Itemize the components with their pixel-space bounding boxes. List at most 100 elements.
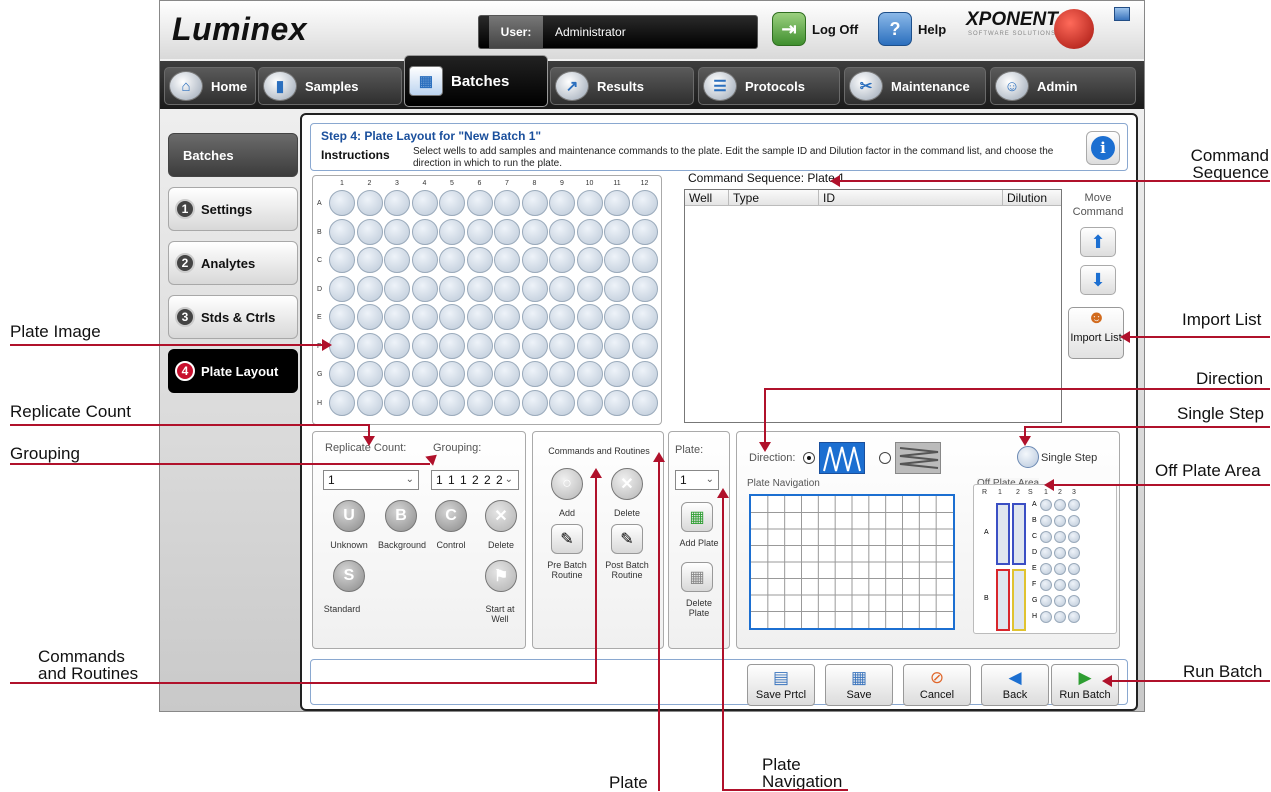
minimize-button[interactable] (1114, 7, 1130, 21)
plate-well-D11[interactable] (604, 275, 630, 302)
plate-well-E1[interactable] (329, 304, 355, 330)
plate-well-F1[interactable] (329, 332, 355, 359)
plate-well-B8[interactable] (521, 218, 548, 245)
reservoir-well[interactable] (996, 503, 1010, 565)
plate-column-header[interactable]: 1 (329, 180, 355, 187)
off-plate-well[interactable] (1054, 547, 1066, 559)
off-plate-well[interactable] (1040, 595, 1052, 607)
plate-well-D8[interactable] (521, 275, 548, 302)
off-plate-well[interactable] (1040, 531, 1052, 543)
off-plate-well[interactable] (1054, 563, 1066, 575)
plate-column-header[interactable]: 9 (549, 180, 575, 187)
plate-well-C4[interactable] (411, 247, 438, 273)
plate-well-F7[interactable] (494, 332, 520, 359)
control-button[interactable]: C (435, 500, 467, 532)
reservoir-well[interactable] (1012, 503, 1026, 565)
info-button[interactable]: i (1086, 131, 1120, 165)
plate-well-A11[interactable] (604, 190, 630, 216)
plate-well-C10[interactable] (576, 247, 603, 273)
help-button[interactable]: ? Help (878, 11, 946, 47)
save-protocol-button[interactable]: ▤ Save Prtcl (747, 664, 815, 706)
plate-navigation-grid[interactable] (749, 494, 955, 630)
plate-well-H2[interactable] (356, 389, 383, 416)
move-up-button[interactable]: ⬆ (1080, 227, 1116, 257)
off-plate-well[interactable] (1040, 515, 1052, 527)
plate-well-G7[interactable] (494, 361, 520, 387)
save-button[interactable]: ▦ Save (825, 664, 893, 706)
plate-well-B4[interactable] (411, 218, 438, 245)
plate-well-E12[interactable] (631, 304, 658, 330)
off-plate-well[interactable] (1068, 499, 1080, 511)
plate-well-A1[interactable] (329, 190, 355, 216)
sidebar-batches-header[interactable]: Batches (168, 133, 298, 177)
sidebar-step-analytes[interactable]: 2 Analytes (168, 241, 298, 285)
plate-well-H9[interactable] (549, 389, 575, 416)
plate-row-header[interactable]: G (317, 371, 322, 378)
plate-row-header[interactable]: A (317, 200, 322, 207)
add-command-button[interactable]: ○ (551, 468, 583, 500)
plate-well-G3[interactable] (384, 361, 410, 387)
plate-well-H4[interactable] (411, 389, 438, 416)
plate-well-G5[interactable] (439, 361, 465, 387)
plate-row-header[interactable]: B (317, 229, 322, 236)
off-plate-well[interactable] (1040, 547, 1052, 559)
plate-well-H11[interactable] (604, 389, 630, 416)
plate-well-E2[interactable] (356, 304, 383, 330)
plate-well-D2[interactable] (356, 275, 383, 302)
plate-well-C2[interactable] (356, 247, 383, 273)
off-plate-well[interactable] (1068, 563, 1080, 575)
plate-well-C12[interactable] (631, 247, 658, 273)
plate-well-D9[interactable] (549, 275, 575, 302)
plate-well-B7[interactable] (494, 218, 520, 245)
plate-well-A8[interactable] (521, 190, 548, 216)
plate-well-D10[interactable] (576, 275, 603, 302)
plate-column-header[interactable]: 4 (412, 180, 438, 187)
off-plate-well[interactable] (1040, 579, 1052, 591)
plate-well-C3[interactable] (384, 247, 410, 273)
tab-admin[interactable]: ☺ Admin (990, 67, 1136, 105)
plate-well-E10[interactable] (576, 304, 603, 330)
plate-well-B1[interactable] (329, 218, 355, 245)
plate-well-D7[interactable] (494, 275, 520, 302)
delete-command-button[interactable]: ✕ (611, 468, 643, 500)
plate-well-C1[interactable] (329, 247, 355, 273)
plate-well-G9[interactable] (549, 361, 575, 387)
vertical-direction-icon[interactable] (819, 442, 865, 474)
plate-well-C7[interactable] (494, 247, 520, 273)
plate-row-header[interactable]: D (317, 286, 322, 293)
column-header-type[interactable]: Type (729, 190, 819, 206)
standard-button[interactable]: S (333, 560, 365, 592)
off-plate-well[interactable] (1068, 531, 1080, 543)
unknown-button[interactable]: U (333, 500, 365, 532)
plate-well-C9[interactable] (549, 247, 575, 273)
plate-well-A3[interactable] (384, 190, 410, 216)
direction-vertical-radio[interactable] (803, 452, 815, 464)
plate-well-C5[interactable] (439, 247, 465, 273)
plate-well-B11[interactable] (604, 218, 630, 245)
off-plate-well[interactable] (1054, 611, 1066, 623)
plate-well-A10[interactable] (576, 190, 603, 216)
plate-well-E9[interactable] (549, 304, 575, 330)
plate-well-C11[interactable] (604, 247, 630, 273)
plate-well-F5[interactable] (439, 332, 465, 359)
plate-well-F9[interactable] (549, 332, 575, 359)
plate-well-B9[interactable] (549, 218, 575, 245)
tab-maintenance[interactable]: ✂ Maintenance (844, 67, 986, 105)
grouping-select[interactable]: 1 1 1 2 2 2 ⌄ (431, 470, 519, 490)
tab-samples[interactable]: ▮ Samples (258, 67, 402, 105)
column-header-dilution[interactable]: Dilution (1003, 190, 1061, 206)
plate-well-A5[interactable] (439, 190, 465, 216)
off-plate-well[interactable] (1068, 595, 1080, 607)
plate-column-header[interactable]: 6 (467, 180, 493, 187)
plate-well-G10[interactable] (576, 361, 603, 387)
plate-well-E8[interactable] (521, 304, 548, 330)
horizontal-direction-icon[interactable] (895, 442, 941, 474)
plate-well-G4[interactable] (411, 361, 438, 387)
plate-well-H10[interactable] (576, 389, 603, 416)
plate-well-A4[interactable] (411, 190, 438, 216)
plate-well-G2[interactable] (356, 361, 383, 387)
plate-well-H1[interactable] (329, 389, 355, 416)
plate-well-D3[interactable] (384, 275, 410, 302)
plate-well-G11[interactable] (604, 361, 630, 387)
plate-well-A9[interactable] (549, 190, 575, 216)
